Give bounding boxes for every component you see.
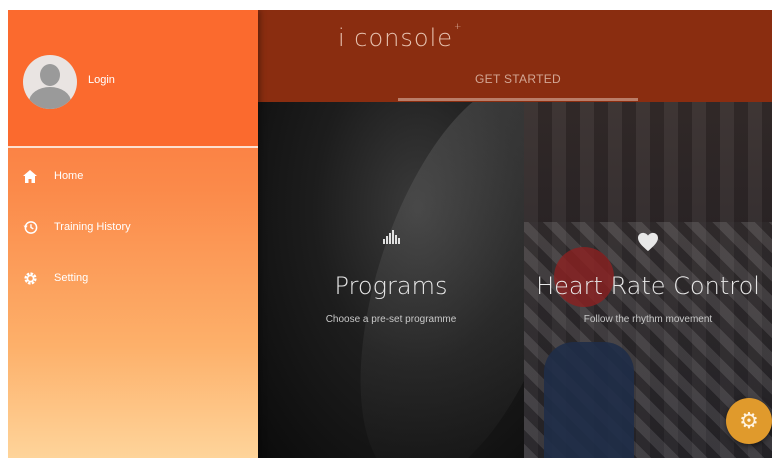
avatar[interactable] bbox=[23, 55, 77, 109]
home-icon bbox=[22, 168, 38, 184]
app-window: i console+ GET STARTED Programs Choose a… bbox=[8, 10, 772, 458]
drawer-item-home[interactable]: Home bbox=[8, 160, 258, 192]
bars-icon bbox=[258, 230, 524, 249]
drawer-item-label: Home bbox=[54, 170, 84, 182]
history-icon bbox=[22, 219, 38, 235]
gear-icon bbox=[22, 270, 38, 286]
heart-icon bbox=[524, 232, 772, 258]
drawer-item-setting[interactable]: Setting bbox=[8, 262, 258, 294]
tile-subtitle: Follow the rhythm movement bbox=[583, 314, 713, 325]
tile-subtitle: Choose a pre-set programme bbox=[325, 314, 457, 325]
tab-indicator bbox=[398, 98, 638, 101]
tab-get-started[interactable]: GET STARTED bbox=[398, 72, 638, 86]
drawer-item-label: Training History bbox=[54, 221, 131, 233]
drawer-divider bbox=[8, 146, 258, 148]
athlete-figure bbox=[544, 342, 634, 458]
drawer-item-label: Setting bbox=[54, 272, 89, 284]
avatar-head bbox=[40, 64, 60, 86]
settings-fab[interactable]: ⚙ bbox=[726, 398, 772, 444]
tile-title: Heart Rate Control bbox=[536, 272, 760, 300]
tile-title: Programs bbox=[334, 272, 448, 300]
navigation-drawer: Login Home Training History Setting bbox=[8, 10, 258, 458]
programs-tile[interactable]: Programs Choose a pre-set programme bbox=[258, 102, 524, 458]
login-link[interactable]: Login bbox=[88, 74, 115, 86]
drawer-header: Login bbox=[8, 10, 258, 146]
avatar-body bbox=[29, 87, 71, 109]
gear-icon: ⚙ bbox=[739, 408, 759, 433]
brand-logo: i console+ bbox=[338, 22, 463, 52]
drawer-item-training-history[interactable]: Training History bbox=[8, 211, 258, 243]
